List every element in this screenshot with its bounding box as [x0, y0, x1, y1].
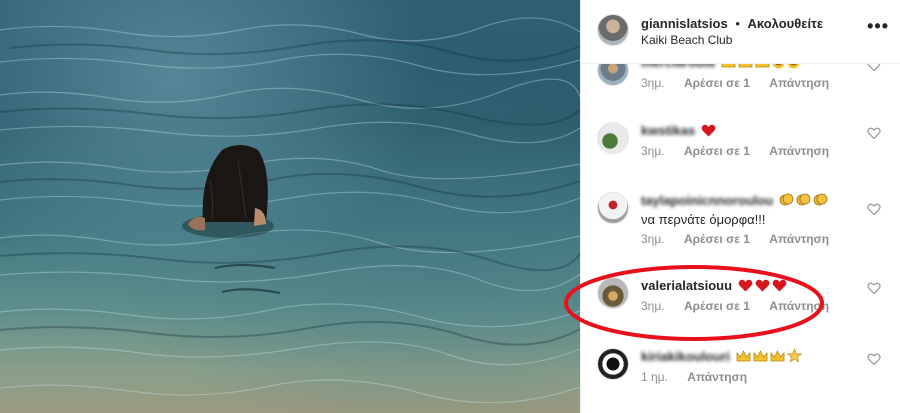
like-heart-icon[interactable]: [867, 281, 881, 295]
more-horizontal-icon[interactable]: •••: [867, 16, 889, 37]
comment-meta: 3ημ. Αρέσει σε 1 Απάντηση: [641, 299, 845, 313]
separator-dot: •: [735, 16, 740, 31]
comment-item: kwstikas 3ημ. Αρέσει σε 1 Απάντηση: [581, 122, 900, 162]
comment-time[interactable]: 3ημ.: [641, 76, 665, 90]
commenter-avatar[interactable]: [597, 192, 629, 224]
heart-emoji-icon: [701, 124, 716, 141]
comment-time[interactable]: 1 ημ.: [641, 370, 668, 384]
comment-likes[interactable]: Αρέσει σε 1: [684, 144, 750, 158]
reply-button[interactable]: Απάντηση: [769, 76, 829, 90]
reply-button[interactable]: Απάντηση: [769, 232, 829, 246]
comment-item: taylapoinicnnoroulou να περνάτε όμορφα!!…: [581, 192, 900, 250]
comment-likes[interactable]: Αρέσει σε 1: [684, 299, 750, 313]
crown-emoji-icon: [736, 350, 751, 367]
commenter-username[interactable]: taylapoinicnnoroulou: [641, 193, 773, 208]
swimmer-figure: [182, 145, 274, 238]
commenter-username[interactable]: valerialatsiouu: [641, 278, 732, 293]
post-header: giannislatsios • Ακολουθείτε Kaiki Beach…: [581, 0, 900, 64]
commenter-avatar[interactable]: [597, 348, 629, 380]
clap-emoji-icon: [813, 192, 828, 211]
like-heart-icon[interactable]: [867, 126, 881, 140]
clap-emoji-icon: [796, 192, 811, 211]
commenter-avatar[interactable]: [597, 277, 629, 309]
commenter-avatar[interactable]: [597, 122, 629, 154]
comment-meta: 3ημ. Αρέσει σε 1 Απάντηση: [641, 232, 845, 246]
comment-meta: 3ημ. Αρέσει σε 1 Απάντηση: [641, 144, 845, 158]
heart-emoji-icon: [755, 279, 770, 296]
reply-button[interactable]: Απάντηση: [687, 370, 747, 384]
comment-item: kiriakikoulouri 1 ημ. Απάντηση: [581, 348, 900, 388]
author-line: giannislatsios • Ακολουθείτε: [641, 16, 823, 31]
author-username[interactable]: giannislatsios: [641, 16, 728, 31]
comment-item: valerialatsiouu 3ημ. Αρέσει σε 1 Απάντησ…: [581, 277, 900, 317]
like-heart-icon[interactable]: [867, 202, 881, 216]
comment-panel: giannislatsios • Ακολουθείτε Kaiki Beach…: [580, 0, 900, 413]
comment-body: να περνάτε όμορφα!!!: [641, 212, 766, 227]
reply-button[interactable]: Απάντηση: [769, 299, 829, 313]
comment-likes[interactable]: Αρέσει σε 1: [684, 232, 750, 246]
crown-emoji-icon: [770, 350, 785, 367]
comment-time[interactable]: 3ημ.: [641, 299, 665, 313]
like-heart-icon[interactable]: [867, 352, 881, 366]
commenter-username[interactable]: kiriakikoulouri: [641, 349, 730, 364]
heart-emoji-icon: [772, 279, 787, 296]
location-link[interactable]: Kaiki Beach Club: [641, 33, 732, 47]
sea-water-image: [0, 17, 580, 404]
comment-meta: 1 ημ. Απάντηση: [641, 370, 763, 384]
comment-text: valerialatsiouu: [641, 277, 861, 296]
commenter-username[interactable]: kwstikas: [641, 123, 695, 138]
comment-text: kiriakikoulouri: [641, 348, 861, 367]
crown-emoji-icon: [753, 350, 768, 367]
comment-list: merciaroula 3ημ. Αρέσει σε 1 Απάντηση kw…: [581, 54, 900, 413]
comment-text: taylapoinicnnoroulou να περνάτε όμορφα!!…: [641, 192, 861, 228]
comment-meta: 3ημ. Αρέσει σε 1 Απάντηση: [641, 76, 845, 90]
comment-time[interactable]: 3ημ.: [641, 144, 665, 158]
comment-time[interactable]: 3ημ.: [641, 232, 665, 246]
heart-emoji-icon: [738, 279, 753, 296]
author-avatar[interactable]: [597, 14, 629, 46]
star-emoji-icon: [786, 348, 802, 367]
comment-text: kwstikas: [641, 122, 861, 141]
comment-likes[interactable]: Αρέσει σε 1: [684, 76, 750, 90]
following-button[interactable]: Ακολουθείτε: [748, 16, 824, 31]
post-photo[interactable]: [0, 0, 580, 413]
reply-button[interactable]: Απάντηση: [769, 144, 829, 158]
clap-emoji-icon: [779, 192, 794, 211]
